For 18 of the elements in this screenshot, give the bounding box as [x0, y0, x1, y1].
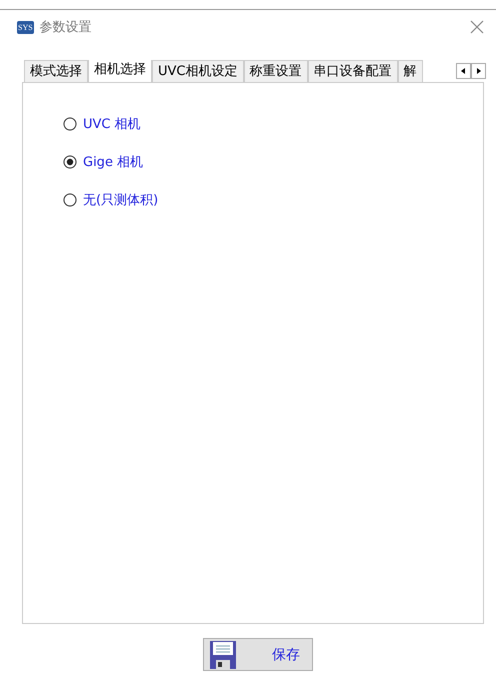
- app-icon: SYS: [17, 20, 34, 34]
- tab[interactable]: 串口设备配置: [308, 60, 398, 82]
- scroll-right-icon[interactable]: [471, 63, 486, 79]
- tab[interactable]: 相机选择: [88, 60, 152, 82]
- tab[interactable]: 称重设置: [244, 60, 308, 82]
- tab[interactable]: 解: [398, 60, 422, 82]
- save-button[interactable]: 保存: [203, 638, 313, 671]
- radio-button[interactable]: [63, 193, 77, 207]
- radio-button[interactable]: [63, 117, 77, 131]
- tab[interactable]: UVC相机设定: [152, 60, 244, 82]
- radio-label[interactable]: UVC 相机: [83, 115, 141, 133]
- window-title: 参数设置: [40, 19, 92, 36]
- radio-label[interactable]: Gige 相机: [83, 153, 144, 171]
- scroll-left-icon[interactable]: [456, 63, 471, 79]
- radio-label[interactable]: 无(只测体积): [83, 191, 158, 209]
- tab[interactable]: 模式选择: [24, 60, 88, 82]
- close-icon[interactable]: [470, 20, 484, 34]
- radio-button[interactable]: [63, 155, 77, 169]
